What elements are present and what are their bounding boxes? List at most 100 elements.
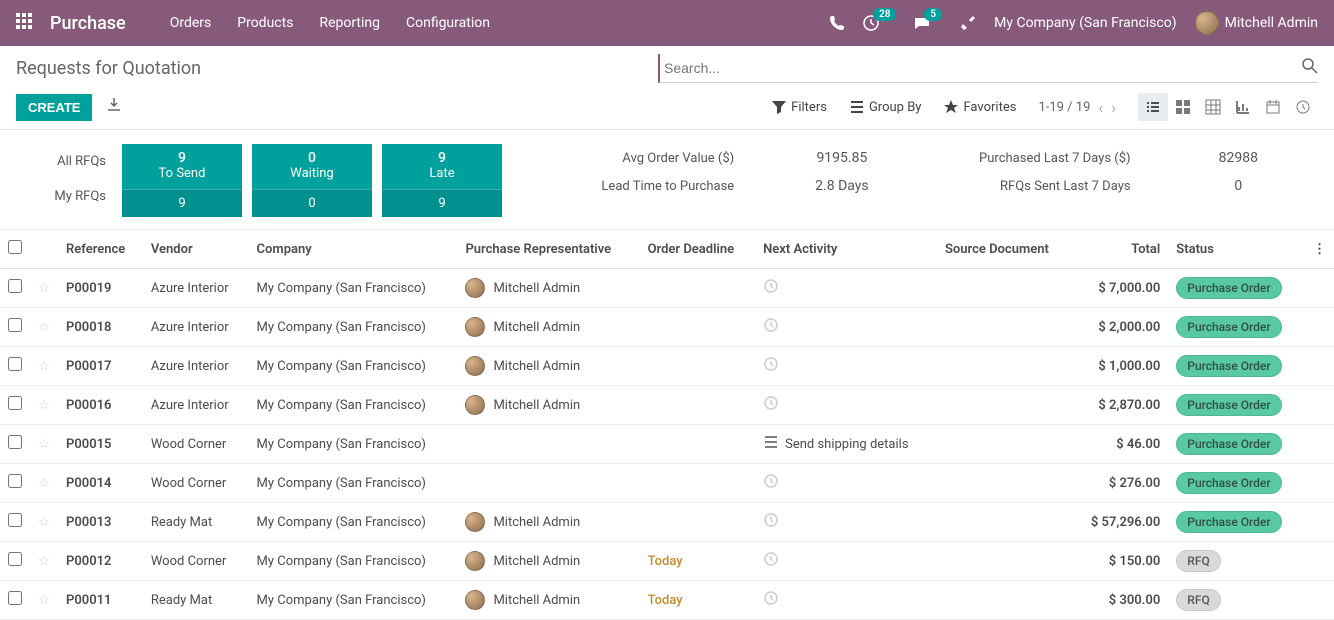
filters-button[interactable]: Filters xyxy=(771,99,827,115)
row-checkbox[interactable] xyxy=(8,513,22,527)
dash-card-0-my[interactable]: 9 xyxy=(122,189,242,217)
dash-row-my[interactable]: My RFQs xyxy=(16,189,106,204)
row-checkbox[interactable] xyxy=(8,357,22,371)
create-button[interactable]: CREATE xyxy=(16,94,92,121)
avatar-icon xyxy=(465,512,485,532)
clock-icon[interactable] xyxy=(763,595,779,610)
pager: 1-19 / 19 ‹ › xyxy=(1038,98,1116,117)
pager-range[interactable]: 1-19 / 19 xyxy=(1038,100,1090,115)
col-status[interactable]: Status xyxy=(1168,230,1305,269)
cell-total: $ 300.00 xyxy=(1072,581,1168,620)
cell-total: $ 57,296.00 xyxy=(1072,503,1168,542)
star-icon[interactable]: ☆ xyxy=(30,542,58,581)
dash-card-1-my[interactable]: 0 xyxy=(252,189,372,217)
dash-card-1[interactable]: 0 Waiting xyxy=(252,144,372,189)
status-badge: Purchase Order xyxy=(1176,316,1281,338)
cell-vendor: Ready Mat xyxy=(143,581,249,620)
menu-orders[interactable]: Orders xyxy=(170,15,212,31)
col-options[interactable]: ⋮ xyxy=(1305,230,1334,269)
clock-icon[interactable] xyxy=(763,478,779,493)
status-badge: RFQ xyxy=(1176,589,1220,611)
row-checkbox[interactable] xyxy=(8,591,22,605)
view-pivot[interactable] xyxy=(1198,93,1228,121)
table-row[interactable]: ☆ P00011 Ready Mat My Company (San Franc… xyxy=(0,581,1334,620)
star-icon[interactable]: ☆ xyxy=(30,269,58,308)
status-badge: Purchase Order xyxy=(1176,394,1281,416)
row-checkbox[interactable] xyxy=(8,474,22,488)
menu-configuration[interactable]: Configuration xyxy=(406,15,490,31)
view-graph[interactable] xyxy=(1228,93,1258,121)
clock-icon[interactable] xyxy=(763,322,779,337)
tools-icon[interactable] xyxy=(960,15,976,31)
table-row[interactable]: ☆ P00019 Azure Interior My Company (San … xyxy=(0,269,1334,308)
star-icon[interactable]: ☆ xyxy=(30,347,58,386)
star-icon[interactable]: ☆ xyxy=(30,464,58,503)
cell-reference: P00014 xyxy=(58,464,143,503)
cell-company: My Company (San Francisco) xyxy=(249,464,458,503)
table-row[interactable]: ☆ P00015 Wood Corner My Company (San Fra… xyxy=(0,425,1334,464)
app-brand[interactable]: Purchase xyxy=(50,13,126,34)
cell-rep: Mitchell Admin xyxy=(457,386,639,425)
cell-activity xyxy=(755,503,937,542)
dash-card-2[interactable]: 9 Late xyxy=(382,144,502,189)
dash-row-all[interactable]: All RFQs xyxy=(16,154,106,169)
star-icon[interactable]: ☆ xyxy=(30,386,58,425)
col-activity[interactable]: Next Activity xyxy=(755,230,937,269)
favorites-button[interactable]: Favorites xyxy=(943,99,1016,115)
dash-card-0[interactable]: 9 To Send xyxy=(122,144,242,189)
dash-card-2-my[interactable]: 9 xyxy=(382,189,502,217)
col-vendor[interactable]: Vendor xyxy=(143,230,249,269)
avatar-icon xyxy=(465,278,485,298)
table-row[interactable]: ☆ P00014 Wood Corner My Company (San Fra… xyxy=(0,464,1334,503)
pager-prev[interactable]: ‹ xyxy=(1098,98,1103,117)
row-checkbox[interactable] xyxy=(8,396,22,410)
menu-products[interactable]: Products xyxy=(237,15,293,31)
col-total[interactable]: Total xyxy=(1072,230,1168,269)
clock-icon[interactable] xyxy=(763,517,779,532)
pager-next[interactable]: › xyxy=(1111,98,1116,117)
groupby-button[interactable]: Group By xyxy=(849,99,922,115)
col-company[interactable]: Company xyxy=(249,230,458,269)
apps-icon[interactable] xyxy=(16,13,32,33)
row-checkbox[interactable] xyxy=(8,279,22,293)
phone-icon[interactable] xyxy=(829,15,845,31)
view-kanban[interactable] xyxy=(1168,93,1198,121)
star-icon[interactable]: ☆ xyxy=(30,308,58,347)
cell-rep: Mitchell Admin xyxy=(457,542,639,581)
clock-icon[interactable] xyxy=(763,361,779,376)
col-reference[interactable]: Reference xyxy=(58,230,143,269)
activity-send[interactable]: Send shipping details xyxy=(763,434,908,454)
table-row[interactable]: ☆ P00017 Azure Interior My Company (San … xyxy=(0,347,1334,386)
search-icon[interactable] xyxy=(1302,58,1318,78)
table-row[interactable]: ☆ P00018 Azure Interior My Company (San … xyxy=(0,308,1334,347)
messages-icon[interactable]: 5 xyxy=(914,15,942,31)
star-icon[interactable]: ☆ xyxy=(30,581,58,620)
view-calendar[interactable] xyxy=(1258,93,1288,121)
view-activity[interactable] xyxy=(1288,93,1318,121)
table-row[interactable]: ☆ P00016 Azure Interior My Company (San … xyxy=(0,386,1334,425)
cell-reference: P00013 xyxy=(58,503,143,542)
table-row[interactable]: ☆ P00013 Ready Mat My Company (San Franc… xyxy=(0,503,1334,542)
clock-icon[interactable] xyxy=(763,400,779,415)
col-deadline[interactable]: Order Deadline xyxy=(640,230,756,269)
row-checkbox[interactable] xyxy=(8,552,22,566)
table-row[interactable]: ☆ P00012 Wood Corner My Company (San Fra… xyxy=(0,542,1334,581)
company-switcher[interactable]: My Company (San Francisco) xyxy=(994,15,1176,31)
star-icon[interactable]: ☆ xyxy=(30,503,58,542)
cell-total: $ 150.00 xyxy=(1072,542,1168,581)
star-icon[interactable]: ☆ xyxy=(30,425,58,464)
col-source[interactable]: Source Document xyxy=(937,230,1072,269)
import-button[interactable] xyxy=(106,97,122,117)
search-box xyxy=(658,54,1318,83)
row-checkbox[interactable] xyxy=(8,318,22,332)
menu-reporting[interactable]: Reporting xyxy=(319,15,380,31)
search-input[interactable] xyxy=(658,54,1318,83)
clock-icon[interactable] xyxy=(763,283,779,298)
select-all-checkbox[interactable] xyxy=(8,240,22,254)
user-menu[interactable]: Mitchell Admin xyxy=(1195,11,1318,35)
col-rep[interactable]: Purchase Representative xyxy=(457,230,639,269)
clock-icon[interactable] xyxy=(763,556,779,571)
view-list[interactable] xyxy=(1138,93,1168,121)
activities-icon[interactable]: 28 xyxy=(863,15,896,31)
row-checkbox[interactable] xyxy=(8,435,22,449)
